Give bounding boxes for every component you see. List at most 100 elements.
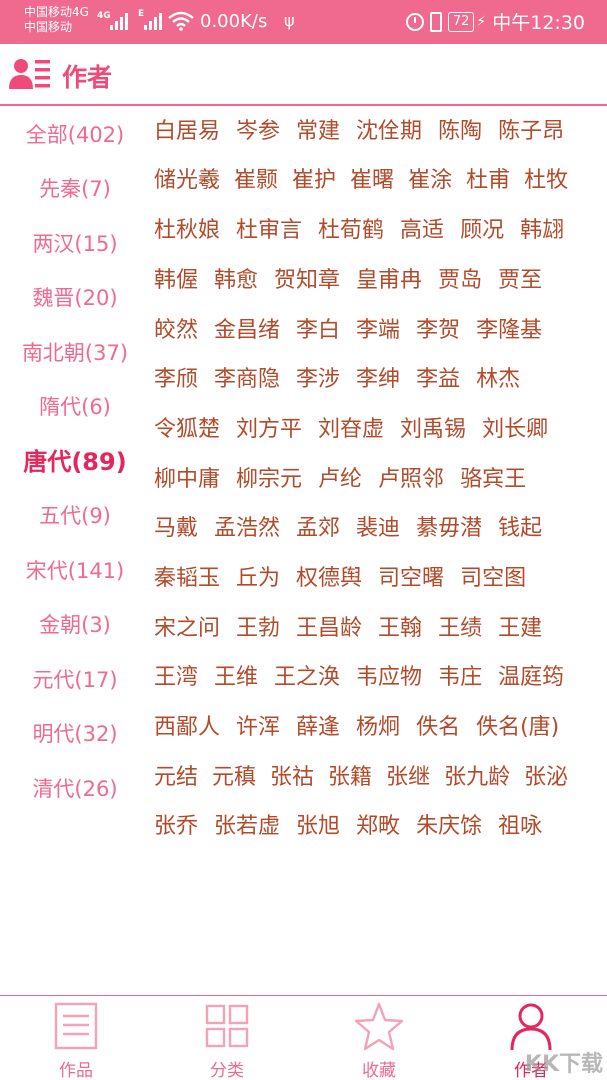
category-qing[interactable]: 清代(26): [0, 774, 150, 804]
author-item[interactable]: 杨炯: [356, 712, 400, 744]
author-item[interactable]: 钱起: [498, 513, 542, 545]
author-item[interactable]: 司空曙: [378, 563, 444, 595]
author-item[interactable]: 李白: [296, 315, 340, 347]
category-jin[interactable]: 金朝(3): [0, 610, 150, 640]
author-item[interactable]: 林杰: [476, 364, 520, 396]
category-north-south[interactable]: 南北朝(37): [0, 338, 150, 368]
author-item[interactable]: 常建: [296, 116, 340, 148]
category-sui[interactable]: 隋代(6): [0, 392, 150, 422]
author-item[interactable]: 宋之问: [154, 613, 220, 645]
author-item[interactable]: 温庭筠: [498, 662, 564, 694]
author-item[interactable]: 储光羲: [154, 165, 220, 197]
author-item[interactable]: 韦应物: [356, 662, 422, 694]
author-item[interactable]: 祖咏: [498, 811, 542, 843]
author-item[interactable]: 崔护: [292, 165, 336, 197]
author-item[interactable]: 顾况: [460, 215, 504, 247]
category-han[interactable]: 两汉(15): [0, 229, 150, 259]
author-item[interactable]: 王建: [498, 613, 542, 645]
author-item[interactable]: 许浑: [236, 712, 280, 744]
category-tang[interactable]: 唐代(89): [0, 447, 150, 477]
author-item[interactable]: 张籍: [328, 762, 372, 794]
author-item[interactable]: 韩翃: [520, 215, 564, 247]
author-item[interactable]: 杜荀鹤: [318, 215, 384, 247]
author-item[interactable]: 王之涣: [274, 662, 340, 694]
author-item[interactable]: 李绅: [356, 364, 400, 396]
author-item[interactable]: 崔曙: [350, 165, 394, 197]
author-item[interactable]: 元稹: [212, 762, 256, 794]
author-item[interactable]: 秦韬玉: [154, 563, 220, 595]
author-item[interactable]: 韩偓: [154, 265, 198, 297]
author-item[interactable]: 高适: [400, 215, 444, 247]
author-item[interactable]: 孟郊: [296, 513, 340, 545]
author-item[interactable]: 佚名: [416, 712, 460, 744]
author-item[interactable]: 李贺: [416, 315, 460, 347]
author-item[interactable]: 刘方平: [236, 414, 302, 446]
author-item[interactable]: 王湾: [154, 662, 198, 694]
author-item[interactable]: 王昌龄: [296, 613, 362, 645]
nav-tab-categories[interactable]: 分类: [177, 996, 277, 1080]
author-item[interactable]: 韦庄: [438, 662, 482, 694]
author-item[interactable]: 马戴: [154, 513, 198, 545]
author-item[interactable]: 王绩: [438, 613, 482, 645]
author-item[interactable]: 陈陶: [438, 116, 482, 148]
author-item[interactable]: 陈子昂: [498, 116, 564, 148]
author-item[interactable]: 沈佺期: [356, 116, 422, 148]
author-item[interactable]: 丘为: [236, 563, 280, 595]
author-item[interactable]: 皇甫冉: [356, 265, 422, 297]
author-item[interactable]: 柳宗元: [236, 464, 302, 496]
author-item[interactable]: 张祜: [270, 762, 314, 794]
author-item[interactable]: 王维: [214, 662, 258, 694]
author-item[interactable]: 刘昚虚: [318, 414, 384, 446]
author-item[interactable]: 李益: [416, 364, 460, 396]
author-item[interactable]: 刘长卿: [482, 414, 548, 446]
nav-tab-works[interactable]: 作品: [26, 996, 126, 1080]
author-item[interactable]: 权德舆: [296, 563, 362, 595]
author-item[interactable]: 薛逢: [296, 712, 340, 744]
author-item[interactable]: 王勃: [236, 613, 280, 645]
author-item[interactable]: 郑畋: [356, 811, 400, 843]
author-item[interactable]: 孟浩然: [214, 513, 280, 545]
author-item[interactable]: 杜牧: [524, 165, 568, 197]
category-yuan[interactable]: 元代(17): [0, 665, 150, 695]
author-item[interactable]: 金昌绪: [214, 315, 280, 347]
author-item[interactable]: 朱庆馀: [416, 811, 482, 843]
category-wei-jin[interactable]: 魏晋(20): [0, 283, 150, 313]
author-item[interactable]: 贾岛: [438, 265, 482, 297]
author-item[interactable]: 贾至: [498, 265, 542, 297]
author-item[interactable]: 岑参: [236, 116, 280, 148]
author-item[interactable]: 王翰: [378, 613, 422, 645]
author-item[interactable]: 元结: [154, 762, 198, 794]
author-item[interactable]: 张泌: [524, 762, 568, 794]
author-item[interactable]: 司空图: [460, 563, 526, 595]
author-item[interactable]: 李端: [356, 315, 400, 347]
author-item[interactable]: 李商隐: [214, 364, 280, 396]
author-item[interactable]: 佚名(唐): [476, 712, 559, 744]
author-item[interactable]: 李隆基: [476, 315, 542, 347]
author-item[interactable]: 李颀: [154, 364, 198, 396]
author-item[interactable]: 张若虚: [214, 811, 280, 843]
category-song[interactable]: 宋代(141): [0, 556, 150, 586]
author-item[interactable]: 贺知章: [274, 265, 340, 297]
author-item[interactable]: 皎然: [154, 315, 198, 347]
author-item[interactable]: 杜审言: [236, 215, 302, 247]
author-item[interactable]: 卢纶: [318, 464, 362, 496]
author-item[interactable]: 张旭: [296, 811, 340, 843]
author-item[interactable]: 李涉: [296, 364, 340, 396]
author-item[interactable]: 西鄙人: [154, 712, 220, 744]
category-ming[interactable]: 明代(32): [0, 719, 150, 749]
category-pre-qin[interactable]: 先秦(7): [0, 174, 150, 204]
author-item[interactable]: 杜甫: [466, 165, 510, 197]
author-item[interactable]: 柳中庸: [154, 464, 220, 496]
category-all[interactable]: 全部(402): [0, 120, 150, 150]
nav-tab-favorites[interactable]: 收藏: [329, 996, 429, 1080]
author-item[interactable]: 令狐楚: [154, 414, 220, 446]
author-item[interactable]: 白居易: [154, 116, 220, 148]
author-item[interactable]: 张乔: [154, 811, 198, 843]
author-item[interactable]: 张继: [386, 762, 430, 794]
author-item[interactable]: 崔涂: [408, 165, 452, 197]
category-five-dynasties[interactable]: 五代(9): [0, 501, 150, 531]
author-item[interactable]: 崔颢: [234, 165, 278, 197]
author-item[interactable]: 骆宾王: [460, 464, 526, 496]
author-item[interactable]: 张九龄: [444, 762, 510, 794]
author-item[interactable]: 卢照邻: [378, 464, 444, 496]
